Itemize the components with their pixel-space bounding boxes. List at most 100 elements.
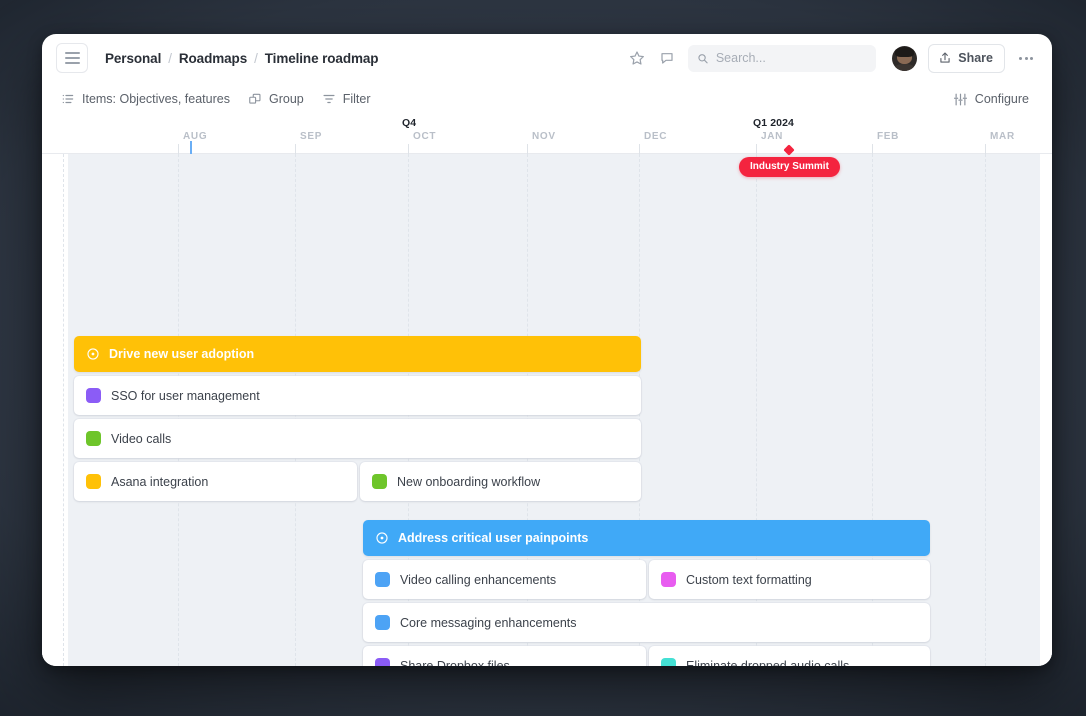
feature-label: Video calling enhancements	[400, 572, 557, 587]
milestone-label[interactable]: Industry Summit	[739, 157, 840, 177]
configure-button[interactable]: Configure	[944, 87, 1038, 111]
month-tick	[872, 144, 873, 154]
roadmap-group: Drive new user adoption SSO for user mana…	[42, 336, 1052, 501]
feature-label: SSO for user management	[111, 388, 260, 403]
more-options-icon	[1030, 56, 1033, 60]
list-icon	[62, 94, 74, 104]
timeline-header[interactable]: Q4 Q1 2024 AUG SEP OCT NOV DEC JAN FEB MAR	[42, 116, 1052, 154]
feature-label: Custom text formatting	[686, 572, 812, 587]
month-label: SEP	[300, 131, 323, 142]
feature-card[interactable]: SSO for user management	[74, 376, 641, 415]
objective-bar[interactable]: Address critical user painpoints	[363, 520, 930, 556]
breadcrumb-separator: /	[254, 50, 258, 66]
feature-label: Core messaging enhancements	[400, 615, 577, 630]
objective-bar[interactable]: Drive new user adoption	[74, 336, 641, 372]
feature-card[interactable]: New onboarding workflow	[360, 462, 641, 501]
app-window: Personal / Roadmaps / Timeline roadmap S…	[42, 34, 1052, 666]
share-button[interactable]: Share	[928, 43, 1005, 73]
feature-color-swatch	[86, 388, 101, 403]
month-label: OCT	[413, 131, 437, 142]
roadmap-row: Share Dropbox files Eliminate dropped aud…	[42, 646, 1052, 666]
toolbar-right: Configure	[944, 87, 1038, 111]
objective-target-icon	[87, 348, 99, 360]
hamburger-menu-icon	[64, 52, 80, 54]
view-toolbar: Items: Objectives, features Group Filter	[42, 82, 1052, 116]
avatar-body	[893, 63, 917, 71]
breadcrumb: Personal / Roadmaps / Timeline roadmap	[105, 50, 379, 66]
month-label: NOV	[532, 131, 556, 142]
star-icon	[630, 51, 645, 65]
hamburger-menu-icon	[64, 57, 80, 59]
hamburger-menu-icon	[64, 62, 80, 64]
more-options-icon	[1024, 56, 1028, 60]
feature-label: Eliminate dropped audio calls	[686, 658, 850, 667]
roadmap-row: Core messaging enhancements	[42, 603, 1052, 642]
month-tick	[639, 144, 640, 154]
breadcrumb-separator: /	[168, 50, 172, 66]
group-squares-icon	[249, 93, 261, 104]
user-avatar[interactable]	[892, 45, 918, 71]
group-label: Group	[268, 92, 304, 106]
hamburger-menu-button[interactable]	[56, 43, 88, 73]
more-options-button[interactable]	[1014, 46, 1038, 70]
comment-button[interactable]	[652, 43, 682, 73]
month-tick	[295, 144, 296, 154]
feature-card[interactable]: Share Dropbox files	[363, 646, 646, 666]
feature-label: New onboarding workflow	[397, 474, 541, 489]
feature-card[interactable]: Video calling enhancements	[363, 560, 646, 599]
month-label: DEC	[644, 131, 668, 142]
month-tick	[985, 144, 986, 154]
comment-bubble-icon	[661, 53, 673, 64]
group-button[interactable]: Group	[239, 87, 313, 111]
star-button[interactable]	[622, 43, 652, 73]
feature-color-swatch	[372, 474, 387, 489]
items-filter-label: Items: Objectives, features	[82, 92, 230, 106]
roadmap-row: Video calling enhancements Custom text fo…	[42, 560, 1052, 599]
feature-color-swatch	[661, 658, 676, 666]
month-label: JAN	[761, 131, 784, 142]
search-input[interactable]	[715, 51, 868, 65]
feature-color-swatch	[375, 572, 390, 587]
objective-label: Drive new user adoption	[109, 347, 255, 361]
roadmap-row: Asana integration New onboarding workflow	[42, 462, 1052, 501]
feature-color-swatch	[661, 572, 676, 587]
filter-funnel-icon	[323, 94, 335, 104]
month-label: MAR	[990, 131, 1015, 142]
feature-card[interactable]: Custom text formatting	[649, 560, 930, 599]
month-tick	[527, 144, 528, 154]
items-filter-button[interactable]: Items: Objectives, features	[52, 87, 239, 111]
more-options-icon	[1019, 56, 1022, 60]
feature-color-swatch	[86, 431, 101, 446]
quarter-label: Q1 2024	[753, 117, 794, 129]
timeline-canvas[interactable]: Drive new user adoption SSO for user mana…	[42, 154, 1052, 666]
month-tick	[178, 144, 179, 154]
breadcrumb-item-personal[interactable]: Personal	[105, 51, 161, 66]
feature-card[interactable]: Core messaging enhancements	[363, 603, 930, 642]
feature-card[interactable]: Video calls	[74, 419, 641, 458]
feature-color-swatch	[86, 474, 101, 489]
objective-label: Address critical user painpoints	[398, 531, 589, 545]
month-tick	[408, 144, 409, 154]
objective-target-icon	[376, 532, 388, 544]
feature-card[interactable]: Asana integration	[74, 462, 357, 501]
roadmap-row: Video calls	[42, 419, 1052, 458]
month-label: AUG	[183, 131, 208, 142]
top-bar-actions: Share	[622, 43, 1038, 73]
feature-card[interactable]: Eliminate dropped audio calls	[649, 646, 930, 666]
sliders-icon	[953, 93, 967, 105]
month-tick	[756, 144, 757, 154]
quarter-label: Q4	[402, 117, 417, 129]
today-marker-line	[190, 141, 192, 154]
share-label: Share	[958, 51, 993, 65]
breadcrumb-item-timeline-roadmap[interactable]: Timeline roadmap	[265, 51, 379, 66]
share-upload-icon	[940, 52, 950, 63]
feature-label: Asana integration	[111, 474, 209, 489]
roadmap-group: Address critical user painpoints Video ca…	[42, 520, 1052, 666]
roadmap-row: SSO for user management	[42, 376, 1052, 415]
search-icon	[698, 53, 708, 63]
avatar-hair	[895, 46, 915, 57]
breadcrumb-item-roadmaps[interactable]: Roadmaps	[179, 51, 247, 66]
filter-button[interactable]: Filter	[313, 87, 380, 111]
feature-color-swatch	[375, 615, 390, 630]
search-box[interactable]	[688, 44, 877, 72]
